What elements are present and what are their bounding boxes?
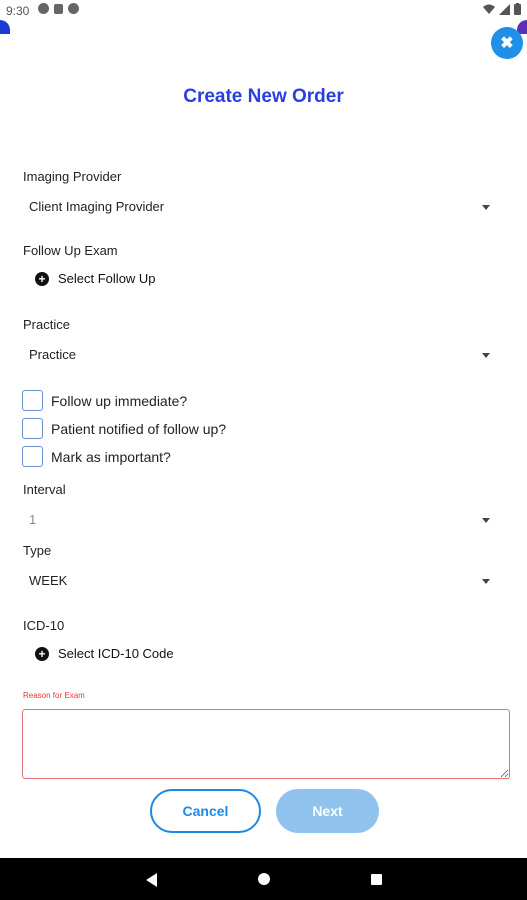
status-icons-right xyxy=(483,3,521,15)
follow-up-immediate-checkbox[interactable] xyxy=(22,390,43,411)
reason-for-exam-label: Reason for Exam xyxy=(23,691,85,700)
chevron-down-icon xyxy=(482,353,490,358)
navigation-bar xyxy=(0,858,527,900)
cancel-button[interactable]: Cancel xyxy=(150,789,261,833)
type-label: Type xyxy=(23,543,52,558)
patient-notified-row[interactable]: Patient notified of follow up? xyxy=(22,418,226,439)
patient-notified-label: Patient notified of follow up? xyxy=(51,420,227,437)
chevron-down-icon xyxy=(482,205,490,210)
mark-important-label: Mark as important? xyxy=(51,448,171,465)
select-icd10-label: Select ICD-10 Code xyxy=(58,646,174,661)
patient-notified-checkbox[interactable] xyxy=(22,418,43,439)
practice-value: Practice xyxy=(29,347,76,362)
select-icd10-button[interactable]: + Select ICD-10 Code xyxy=(35,646,174,661)
recents-icon[interactable] xyxy=(371,874,382,885)
status-icons-left xyxy=(38,3,79,14)
battery-icon xyxy=(514,3,521,15)
close-icon: ✖ xyxy=(500,35,514,52)
media-icon xyxy=(68,3,79,14)
status-bar: 9:30 xyxy=(0,0,527,22)
corner-accent-left xyxy=(0,20,10,34)
interval-label: Interval xyxy=(23,482,66,497)
follow-up-immediate-label: Follow up immediate? xyxy=(51,392,188,409)
follow-up-exam-label: Follow Up Exam xyxy=(23,243,118,258)
type-value: WEEK xyxy=(29,573,68,588)
imaging-provider-value: Client Imaging Provider xyxy=(29,199,165,214)
interval-select[interactable]: 1 xyxy=(23,507,498,533)
practice-label: Practice xyxy=(23,317,70,332)
back-icon[interactable] xyxy=(146,873,157,887)
page-title: Create New Order xyxy=(183,86,344,107)
practice-select[interactable]: Practice xyxy=(23,342,498,368)
chevron-down-icon xyxy=(482,518,490,523)
add-circle-icon: + xyxy=(35,271,49,286)
imaging-provider-label: Imaging Provider xyxy=(23,169,122,184)
status-time: 9:30 xyxy=(6,4,30,18)
select-follow-up-label: Select Follow Up xyxy=(58,271,156,286)
mark-important-row[interactable]: Mark as important? xyxy=(22,446,171,467)
imaging-provider-select[interactable]: Client Imaging Provider xyxy=(23,194,498,220)
follow-up-immediate-row[interactable]: Follow up immediate? xyxy=(22,390,187,411)
next-button[interactable]: Next xyxy=(276,789,379,833)
type-select[interactable]: WEEK xyxy=(23,568,498,594)
close-button[interactable]: ✖ xyxy=(491,27,523,59)
home-icon[interactable] xyxy=(258,873,270,885)
select-follow-up-button[interactable]: + Select Follow Up xyxy=(35,271,156,286)
signal-icon xyxy=(499,3,510,15)
interval-value: 1 xyxy=(29,512,37,527)
chevron-down-icon xyxy=(482,579,490,584)
icd10-label: ICD-10 xyxy=(23,618,65,633)
add-circle-icon: + xyxy=(35,646,49,661)
mark-important-checkbox[interactable] xyxy=(22,446,43,467)
wifi-icon xyxy=(483,4,495,14)
sim-icon xyxy=(54,4,63,14)
reason-for-exam-input[interactable] xyxy=(22,709,510,779)
app-icon xyxy=(38,3,49,14)
